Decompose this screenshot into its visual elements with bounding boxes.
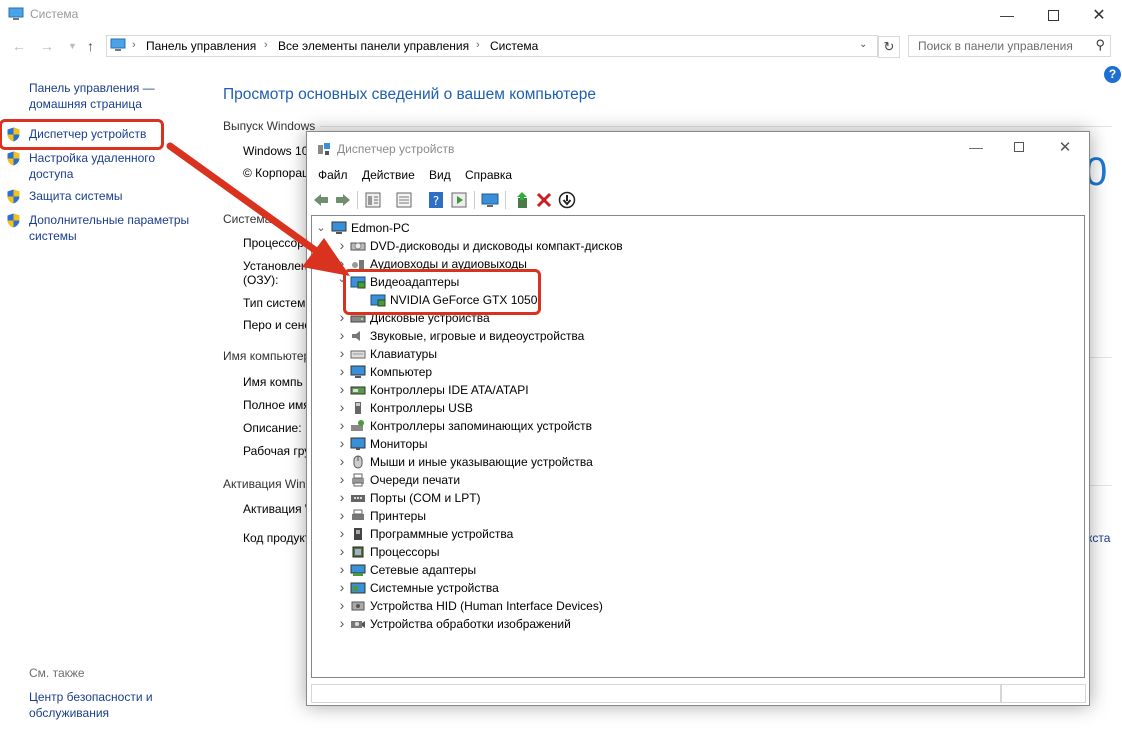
red-arrow bbox=[166, 142, 350, 276]
